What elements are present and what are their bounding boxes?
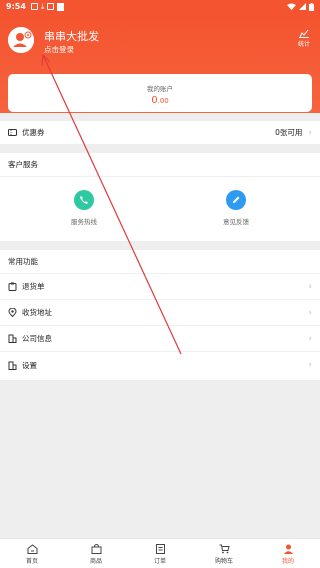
feedback-button[interactable]: 意见反馈 <box>206 190 266 226</box>
wifi-icon <box>287 3 296 10</box>
tab-products[interactable]: 商品 <box>64 539 128 568</box>
return-order-label: 退货单 <box>22 282 45 291</box>
tab-cart-label: 购物车 <box>214 558 233 565</box>
settings-label: 设置 <box>22 360 37 370</box>
service-hotline-button[interactable]: 服务热线 <box>54 190 114 226</box>
customer-service-title: 客户服务 <box>0 153 320 177</box>
coupon-row[interactable]: 优惠券 0张可用 › <box>0 121 320 144</box>
chevron-right-icon: › <box>308 307 312 318</box>
stats-label: 统计 <box>297 41 310 48</box>
shipping-address-row[interactable]: 收货地址 › <box>0 300 320 326</box>
download-notification-icon: ⤓ <box>40 1 45 11</box>
tab-mine-label: 我的 <box>281 558 294 565</box>
app-notification-icon <box>47 3 55 10</box>
tab-home-label: 首页 <box>25 558 38 565</box>
building-icon <box>8 334 17 343</box>
account-balance: 0.00 <box>8 95 312 106</box>
signal-icon <box>299 3 306 10</box>
tab-products-label: 商品 <box>89 558 102 565</box>
shipping-address-label: 收货地址 <box>22 308 52 317</box>
avatar[interactable] <box>8 27 34 53</box>
notification-square-icon <box>57 2 65 11</box>
location-pin-icon <box>8 308 17 317</box>
user-icon <box>283 544 293 554</box>
account-card[interactable]: 我的账户 0.00 <box>8 74 312 112</box>
image-notification-icon <box>30 3 38 10</box>
bag-icon <box>91 544 101 554</box>
customer-service-section: 客户服务 服务热线 意见反馈 <box>0 153 320 241</box>
ticket-icon <box>8 129 17 136</box>
user-icon <box>8 27 34 53</box>
settings-row[interactable]: 设置 › <box>0 352 320 378</box>
tab-home[interactable]: 首页 <box>0 539 64 568</box>
coupon-count: 0张可用 <box>275 128 303 137</box>
bar-chart-icon <box>299 29 309 38</box>
bottom-tab-bar: 首页 商品 订单 购物车 我的 <box>0 538 320 568</box>
phone-icon <box>74 190 94 210</box>
chevron-right-icon: › <box>308 333 312 344</box>
tab-orders[interactable]: 订单 <box>128 539 192 568</box>
chevron-right-icon: › <box>308 127 312 138</box>
tab-mine[interactable]: 我的 <box>256 539 320 568</box>
common-functions-section: 常用功能 退货单 › 收货地址 › 公司信息 › 设置 › <box>0 250 320 380</box>
stats-button[interactable]: 统计 <box>296 29 312 48</box>
balance-decimal: .00 <box>157 97 169 105</box>
battery-icon <box>309 2 314 11</box>
building-icon <box>8 361 17 370</box>
service-hotline-label: 服务热线 <box>71 218 97 226</box>
company-info-row[interactable]: 公司信息 › <box>0 326 320 352</box>
chevron-right-icon: › <box>308 281 312 292</box>
tab-cart[interactable]: 购物车 <box>192 539 256 568</box>
return-order-row[interactable]: 退货单 › <box>0 274 320 300</box>
chevron-right-icon: › <box>308 360 312 370</box>
pencil-icon <box>226 190 246 210</box>
order-list-icon <box>155 544 165 554</box>
home-icon <box>27 544 37 554</box>
cart-icon <box>219 544 230 554</box>
account-label: 我的账户 <box>147 85 173 93</box>
coupon-label: 优惠券 <box>22 128 45 137</box>
status-time: 9:54 <box>6 2 26 11</box>
common-functions-title: 常用功能 <box>0 250 320 274</box>
company-info-label: 公司信息 <box>22 334 52 343</box>
feedback-label: 意见反馈 <box>223 218 249 226</box>
clipboard-icon <box>8 282 17 291</box>
shop-name: 串串大批发 <box>44 30 99 43</box>
status-bar: 9:54 ⤓ <box>0 0 320 13</box>
tab-orders-label: 订单 <box>153 558 166 565</box>
login-link[interactable]: 点击登录 <box>44 44 74 55</box>
